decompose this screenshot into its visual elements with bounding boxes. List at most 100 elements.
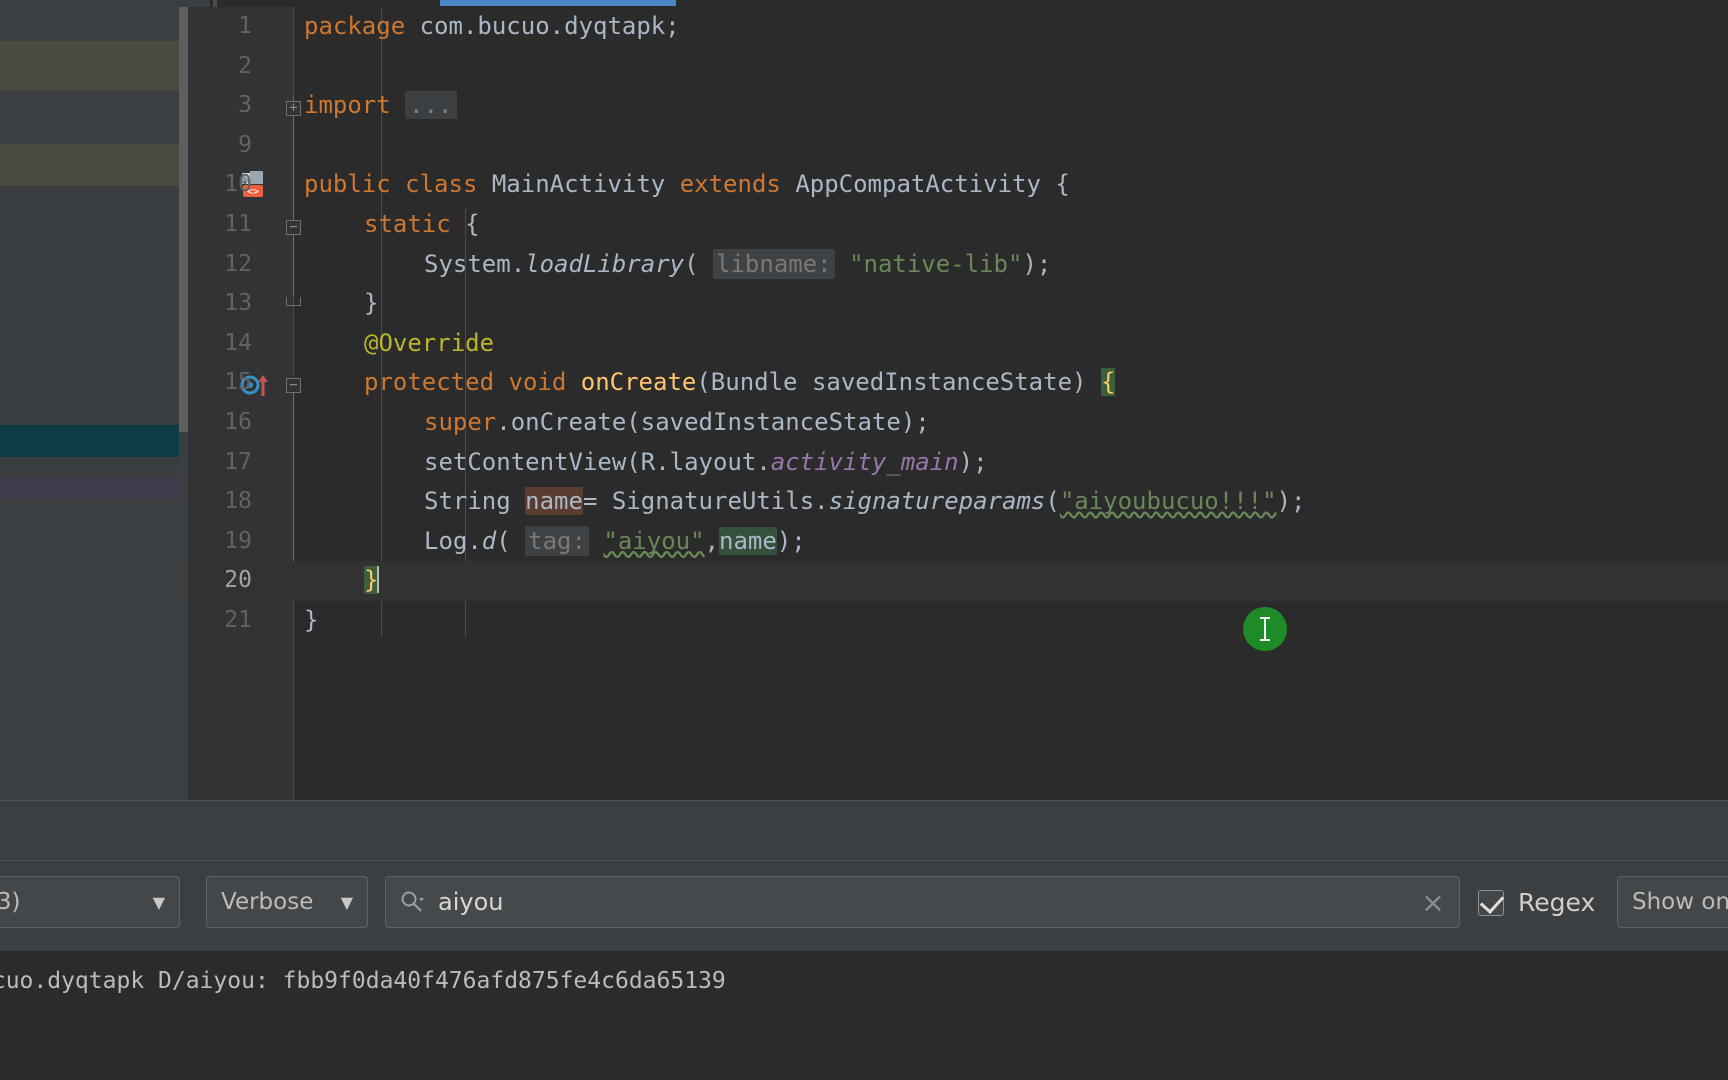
code-text[interactable]: setContentView(R.layout.activity_main); xyxy=(424,443,988,483)
collapsed-imports[interactable]: ... xyxy=(405,91,457,120)
code-text[interactable]: import ... xyxy=(304,86,457,126)
token-brace: { xyxy=(465,210,480,238)
token-method-loadlibrary: loadLibrary xyxy=(525,249,685,278)
code-line[interactable]: 21 } xyxy=(188,601,1728,641)
code-text[interactable]: String name= SignatureUtils.signaturepar… xyxy=(424,482,1305,522)
code-text[interactable]: static { xyxy=(364,205,480,245)
code-line[interactable]: 10 public class MainActivity extends App… xyxy=(188,165,1728,205)
code-line[interactable]: 16 super.onCreate(savedInstanceState); xyxy=(188,403,1728,443)
logcat-search-value[interactable]: aiyou xyxy=(438,888,1407,916)
panel-row[interactable] xyxy=(0,91,188,144)
panel-row[interactable] xyxy=(0,7,188,41)
token-keyword: protected xyxy=(364,368,495,397)
code-line[interactable]: 18 String name= SignatureUtils.signature… xyxy=(188,482,1728,522)
token-assign: = xyxy=(582,487,612,516)
panel-row[interactable] xyxy=(0,144,188,186)
token-string-arg: "aiyoubucuo!!!" xyxy=(1059,487,1277,516)
code-text[interactable]: public class MainActivity extends AppCom… xyxy=(304,165,1070,205)
token-keyword: extends xyxy=(679,170,781,199)
token-params: (Bundle savedInstanceState) xyxy=(696,368,1087,397)
chevron-down-icon[interactable]: ▼ xyxy=(153,893,165,912)
left-tool-panel[interactable] xyxy=(0,7,188,800)
search-icon[interactable] xyxy=(386,889,438,915)
panel-row[interactable] xyxy=(0,186,188,425)
token-keyword: import xyxy=(304,91,391,120)
token-brace-matched: { xyxy=(1100,368,1116,397)
panel-row[interactable] xyxy=(0,457,188,477)
code-line[interactable]: 17 setContentView(R.layout.activity_main… xyxy=(188,443,1728,483)
tab-strip-separator xyxy=(213,0,217,7)
code-editor[interactable]: + − − <> 1 package com.bucuo.dyqtapk; 2 … xyxy=(188,7,1728,800)
panel-row[interactable] xyxy=(0,41,188,91)
code-line[interactable]: 12 System.loadLibrary( libname: "native-… xyxy=(188,245,1728,285)
token-paren: ( xyxy=(1045,487,1060,516)
line-number: 12 xyxy=(224,250,252,277)
panel-scrollbar-track[interactable] xyxy=(179,7,188,800)
log-level-dropdown[interactable]: Verbose ▼ xyxy=(206,876,368,928)
panel-row[interactable] xyxy=(0,499,188,800)
code-line[interactable]: 15 protected void onCreate(Bundle savedI… xyxy=(188,363,1728,403)
logcat-filter-bar: 2883) ▼ Verbose ▼ aiyou × xyxy=(0,861,1728,951)
code-text[interactable]: Log.d( tag: "aiyou",name); xyxy=(424,522,806,562)
code-text[interactable]: protected void onCreate(Bundle savedInst… xyxy=(364,363,1116,403)
code-line[interactable]: 13 } xyxy=(188,284,1728,324)
token-type-string: String xyxy=(424,487,511,516)
process-filter-dropdown[interactable]: 2883) ▼ xyxy=(0,876,180,928)
regex-checkbox-group[interactable]: Regex xyxy=(1478,888,1595,917)
line-number: 9 xyxy=(238,131,252,158)
regex-checkbox[interactable] xyxy=(1478,888,1505,916)
code-line[interactable]: 19 Log.d( tag: "aiyou",name); xyxy=(188,522,1728,562)
token-brace-matched: } xyxy=(364,566,379,595)
logcat-output[interactable]: ucuo.dyqtapk D/aiyou: fbb9f0da40f476afd8… xyxy=(0,951,1728,1080)
code-line-with-caret[interactable]: 20 } xyxy=(188,561,1728,601)
code-line[interactable]: 14 @Override xyxy=(188,324,1728,364)
token-string: "native-lib" xyxy=(849,249,1023,278)
code-text[interactable]: package com.bucuo.dyqtapk; xyxy=(304,7,680,47)
chevron-down-icon[interactable]: ▼ xyxy=(341,893,353,912)
code-text[interactable]: super.onCreate(savedInstanceState); xyxy=(424,403,930,443)
line-number: 13 xyxy=(224,290,252,317)
token-keyword: static xyxy=(364,210,451,238)
log-level-value: Verbose xyxy=(221,889,314,915)
line-number: 10 xyxy=(224,171,252,198)
token-method-signatureparams: signatureparams xyxy=(828,487,1046,516)
log-line: ucuo.dyqtapk D/aiyou: fbb9f0da40f476afd8… xyxy=(0,968,726,994)
search-glass-icon xyxy=(401,891,424,912)
code-line[interactable]: 2 xyxy=(188,47,1728,87)
token-super-call: .onCreate(savedInstanceState); xyxy=(496,408,930,436)
line-number: 1 xyxy=(238,13,252,39)
panel-row-selected[interactable] xyxy=(0,425,188,457)
tab-strip-left-shade xyxy=(0,0,210,7)
line-number: 17 xyxy=(224,448,252,475)
token-package-name: com.bucuo.dyqtapk; xyxy=(419,12,680,40)
panel-row[interactable] xyxy=(0,477,188,499)
text-caret xyxy=(377,566,380,594)
code-text[interactable]: } xyxy=(304,601,318,641)
code-line[interactable]: 1 package com.bucuo.dyqtapk; xyxy=(188,7,1728,47)
token-close-paren: ); xyxy=(1276,487,1306,516)
token-class-name: MainActivity xyxy=(491,170,666,199)
code-line[interactable]: 9 xyxy=(188,126,1728,166)
show-only-button[interactable]: Show onl xyxy=(1617,876,1728,928)
code-text[interactable]: @Override xyxy=(364,324,494,364)
line-number: 19 xyxy=(224,527,252,554)
clear-search-icon[interactable]: × xyxy=(1407,886,1459,919)
token-system: System. xyxy=(424,249,526,278)
token-keyword: class xyxy=(405,170,478,199)
token-keyword: super xyxy=(424,408,497,436)
code-line[interactable]: 3 import ... xyxy=(188,86,1728,126)
logcat-panel[interactable]: 2883) ▼ Verbose ▼ aiyou × xyxy=(0,800,1728,1080)
code-text[interactable]: System.loadLibrary( libname: "native-lib… xyxy=(424,245,1051,285)
active-tab-underline[interactable] xyxy=(440,0,676,6)
token-keyword: void xyxy=(508,368,567,397)
logcat-search-field[interactable]: aiyou × xyxy=(385,876,1460,928)
panel-scrollbar-thumb[interactable] xyxy=(179,7,188,432)
code-line[interactable]: 11 static { xyxy=(188,205,1728,245)
code-text[interactable]: } xyxy=(364,561,380,601)
token-superclass: AppCompatActivity xyxy=(795,170,1041,199)
line-number: 2 xyxy=(238,52,252,79)
token-keyword: public xyxy=(304,170,391,199)
regex-label: Regex xyxy=(1518,888,1596,917)
editor-tab-strip xyxy=(0,0,1728,7)
code-text[interactable]: } xyxy=(364,284,378,324)
